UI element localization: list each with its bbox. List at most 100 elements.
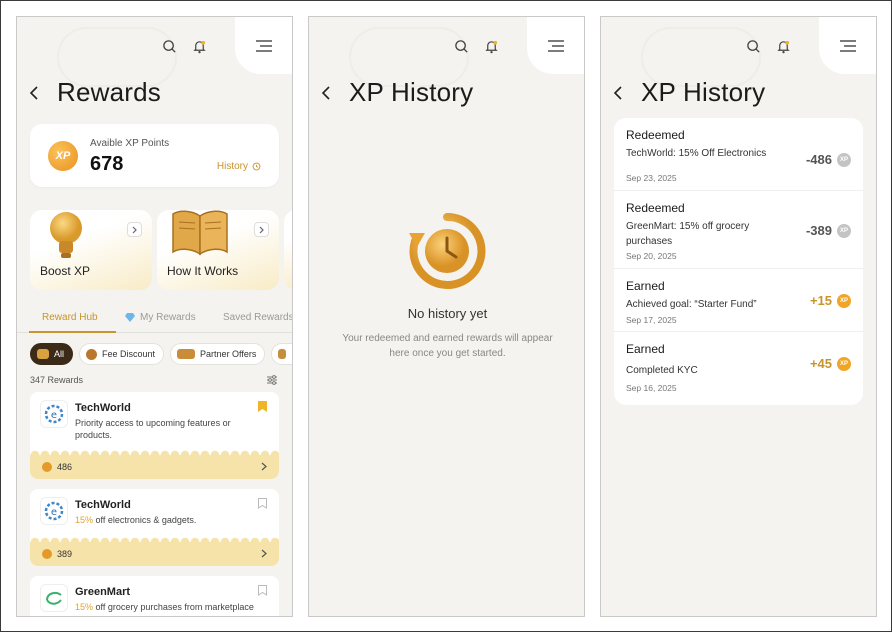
active-tab-indicator [29, 331, 116, 333]
reward-description: 15% off grocery purchases from marketpla… [75, 601, 255, 616]
empty-state-title: No history yet [407, 306, 488, 321]
handshake-icon [177, 349, 196, 359]
reward-xp-cost: 389 [57, 549, 73, 559]
top-icons [160, 37, 208, 55]
bookmark-icon[interactable] [258, 498, 267, 509]
chip-fee-discount[interactable]: Fee Discount [79, 343, 165, 365]
search-icon[interactable] [160, 37, 178, 55]
chip-partial[interactable]: B [271, 343, 292, 365]
reward-card[interactable]: e TechWorld Priority access to upcoming … [30, 392, 279, 479]
history-list: Redeemed TechWorld: 15% Off Electronics … [614, 118, 863, 405]
history-description: Completed KYC [626, 365, 698, 376]
techworld-logo-icon: e [40, 400, 68, 428]
history-icon [252, 162, 261, 171]
coin-bag-icon [86, 348, 98, 360]
history-icon [409, 212, 486, 289]
search-icon[interactable] [452, 37, 470, 55]
xp-points-value: 678 [90, 153, 124, 175]
techworld-logo-icon: e [40, 497, 68, 525]
menu-button[interactable] [235, 17, 292, 74]
rewards-count: 347 Rewards [30, 375, 84, 385]
bookmark-icon[interactable] [258, 401, 267, 412]
tab-saved-rewards[interactable]: Saved Rewards [223, 312, 292, 323]
chip-all[interactable]: All [30, 343, 74, 365]
reward-description-rest: off grocery purchases from marketplace p… [75, 602, 254, 616]
top-icons [744, 37, 792, 55]
history-type: Earned [626, 342, 665, 356]
back-arrow-icon[interactable] [613, 85, 627, 100]
history-date: Sep 20, 2025 [626, 251, 677, 261]
page-header: Rewards [29, 77, 161, 108]
history-amount: +15 XP [810, 293, 851, 308]
page-title: Rewards [57, 77, 161, 107]
reward-xp-cost: 486 [57, 462, 73, 472]
book-icon [172, 210, 228, 256]
history-description: GreenMart: 15% off grocery purchases [626, 221, 750, 247]
bell-icon[interactable] [190, 37, 208, 55]
promo-card-how-it-works[interactable]: How It Works [157, 210, 279, 290]
xp-coin-icon: XP [837, 223, 851, 238]
promo-card-boost-xp[interactable]: Boost XP [30, 210, 152, 290]
history-description: Achieved goal: “Starter Fund” [626, 299, 757, 310]
history-item[interactable]: Earned Achieved goal: “Starter Fund” Sep… [614, 269, 863, 332]
bell-icon[interactable] [482, 37, 500, 55]
rewards-screen: Rewards XP Avaible XP Points 678 History… [16, 16, 293, 617]
reward-card[interactable]: e TechWorld 15% off electronics & gadget… [30, 489, 279, 566]
back-arrow-icon[interactable] [29, 85, 43, 100]
svg-text:e: e [51, 410, 57, 421]
back-arrow-icon[interactable] [321, 85, 335, 100]
reward-footer: 486 [30, 455, 279, 479]
bulb-icon [50, 212, 82, 258]
page-header: XP History [321, 77, 473, 108]
history-amount: -486 XP [806, 152, 851, 167]
reward-name: GreenMart [75, 586, 131, 598]
amount-value: +15 [809, 293, 832, 308]
greenmart-logo-icon [40, 584, 68, 612]
reward-card[interactable]: GreenMart 15% off grocery purchases from… [30, 576, 279, 616]
diamond-icon [125, 313, 135, 322]
reward-description: Priority access to upcoming features or … [75, 418, 231, 440]
ticket-edge [30, 534, 279, 542]
history-item[interactable]: Redeemed GreenMart: 15% off grocery purc… [614, 191, 863, 269]
history-date: Sep 23, 2025 [626, 173, 677, 183]
xp-history-empty-screen: XP History No history yet Your redeemed … [308, 16, 585, 617]
chip-label: Partner Offers [200, 349, 257, 359]
xp-coin-icon: XP [837, 293, 851, 308]
chip-label: B [291, 349, 292, 359]
screenshot-frame: Rewards XP Avaible XP Points 678 History… [0, 0, 892, 632]
tab-reward-hub[interactable]: Reward Hub [42, 312, 98, 323]
reward-name: TechWorld [75, 402, 131, 414]
history-type: Redeemed [626, 201, 685, 215]
reward-tabs: Reward Hub My Rewards Saved Rewards [17, 307, 292, 333]
reward-description: 15% off electronics & gadgets. [75, 514, 255, 526]
reward-name: TechWorld [75, 499, 131, 511]
page-title: XP History [641, 77, 766, 107]
xp-points-label: Avaible XP Points [90, 138, 170, 149]
page-header: XP History [613, 77, 765, 108]
xp-coin-icon [42, 462, 52, 472]
empty-state-description: Your redeemed and earned rewards will ap… [342, 333, 553, 359]
chip-partner-offers[interactable]: Partner Offers [170, 343, 266, 365]
history-item[interactable]: Earned Completed KYC Sep 16, 2025 +45 XP [614, 332, 863, 405]
history-item[interactable]: Redeemed TechWorld: 15% Off Electronics … [614, 118, 863, 191]
promo-label: Boost XP [40, 264, 91, 278]
tab-my-rewards[interactable]: My Rewards [125, 312, 196, 323]
bookmark-icon[interactable] [258, 585, 267, 596]
history-link[interactable]: History [217, 161, 261, 172]
menu-button[interactable] [819, 17, 876, 74]
menu-icon [255, 39, 272, 52]
svg-text:e: e [51, 507, 57, 518]
promo-label: How It Works [167, 264, 239, 278]
history-type: Earned [626, 279, 665, 293]
bell-icon[interactable] [774, 37, 792, 55]
promo-card-partial[interactable] [284, 210, 292, 290]
filter-icon[interactable] [266, 374, 278, 386]
menu-button[interactable] [527, 17, 584, 74]
chevron-right-icon [261, 549, 267, 558]
ticket-edge [30, 447, 279, 455]
filter-chips: All Fee Discount Partner Offers B [30, 343, 292, 365]
search-icon[interactable] [744, 37, 762, 55]
chip-label: Fee Discount [102, 349, 156, 359]
reward-discount: 15% [75, 602, 94, 612]
page-title: XP History [349, 77, 474, 107]
